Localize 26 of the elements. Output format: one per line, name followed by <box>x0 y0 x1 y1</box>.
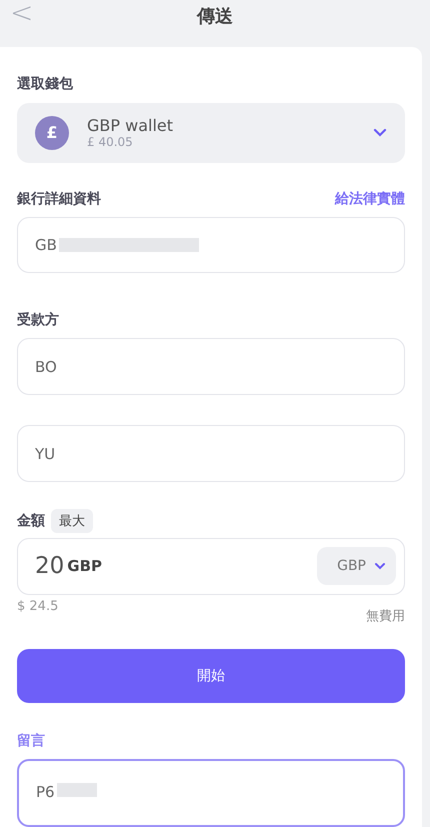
amount-unit: GBP <box>67 557 104 576</box>
field-label: 銀行詳細資料 <box>17 190 101 208</box>
redaction-mark <box>56 782 97 797</box>
currency-dropdown[interactable]: GBP <box>317 547 396 586</box>
legal-entity-link[interactable]: 給法律實體 <box>335 190 405 208</box>
field-label: 留言 <box>17 732 46 750</box>
input-field[interactable]: GB <box>17 216 405 274</box>
wallet-name: GBP wallet <box>87 116 174 136</box>
input-field[interactable]: BO <box>17 338 405 396</box>
start-button[interactable]: 開始 <box>17 648 405 703</box>
amount-value: 20 <box>35 553 64 580</box>
chevron-down-icon <box>374 562 386 570</box>
converted-amount: $ 24.5 <box>17 598 58 616</box>
message-field[interactable]: P6 <box>17 758 405 827</box>
field-label: 金額 <box>17 512 45 530</box>
wallet-balance: £ 40.05 <box>87 135 134 150</box>
field-label: 受款方 <box>17 311 60 330</box>
max-button[interactable]: 最大 <box>51 509 93 533</box>
fee-text: 無費用 <box>366 608 405 625</box>
input-field[interactable]: YU <box>17 425 405 482</box>
amount-field[interactable]: 20 GBP GBP <box>17 538 405 595</box>
currency-badge: £ <box>35 116 69 150</box>
chevron-down-icon <box>373 128 387 138</box>
page-title: 傳送 <box>197 5 233 28</box>
field-label: 選取錢包 <box>17 75 74 93</box>
wallet-dropdown[interactable]: £ GBP wallet £ 40.05 <box>17 103 405 163</box>
